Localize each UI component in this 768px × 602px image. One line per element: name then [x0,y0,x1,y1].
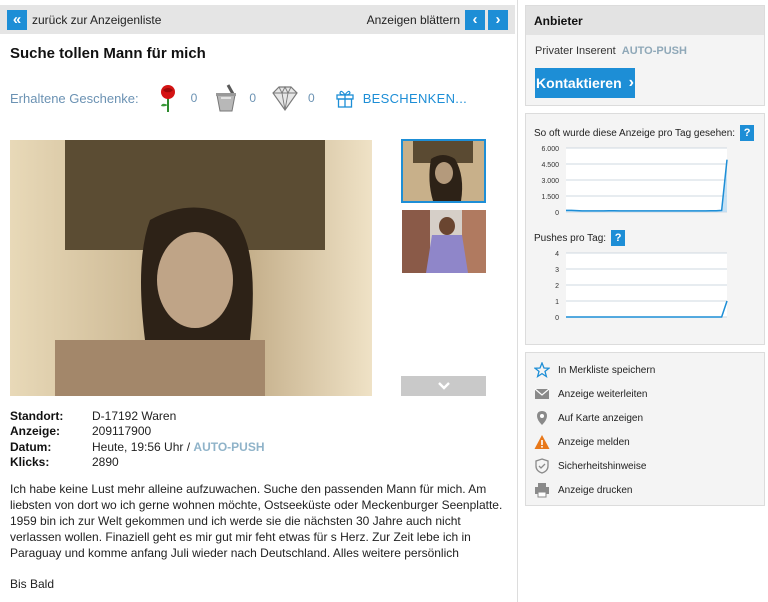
ad-title: Suche tollen Mann für mich [10,45,206,62]
stats-panel: So oft wurde diese Anzeige pro Tag geseh… [525,113,765,345]
detail-row-datum: Datum: Heute, 19:56 Uhr / AUTO-PUSH [10,440,265,455]
datum-text: Heute, 19:56 Uhr / [92,439,191,454]
thumbnail-1-image [403,141,484,201]
thumbnail-1[interactable] [401,139,486,203]
action-label: Anzeige weiterleiten [558,388,648,400]
views-chart-tick-label: 4.500 [541,162,559,169]
previous-ad-button[interactable]: ‹ [465,9,485,30]
send-gift-link[interactable]: BESCHENKEN... [335,88,467,108]
gift-rose-count: 0 [190,91,198,105]
browse-label: Anzeigen blättern [366,12,460,27]
map-pin-icon [537,411,547,425]
views-chart: 6.000 4.500 3.000 1.500 0 [541,146,728,217]
detail-value-anzeige: 209117900 [92,424,152,439]
next-ad-button[interactable]: › [488,9,508,30]
views-chart-tick-label: 6.000 [541,146,559,153]
action-label: In Merkliste speichern [558,364,656,376]
gift-box-icon [336,90,354,108]
provider-panel: Anbieter Privater Inserent AUTO-PUSH Kon… [525,5,765,106]
detail-row-anzeige: Anzeige: 209117900 [10,424,265,439]
contact-button[interactable]: Kontaktieren › [535,68,635,98]
gifts-row: Erhaltene Geschenke: 0 0 0 BESCHENKEN... [10,82,515,114]
pushes-help-button[interactable]: ? [611,230,626,246]
provider-type: Privater Inserent AUTO-PUSH [535,45,687,57]
action-label: Anzeige melden [558,436,630,448]
detail-label: Standort: [10,409,64,423]
gift-champagne-count: 0 [249,91,257,105]
send-gift-label: BESCHENKEN... [362,90,468,106]
action-safety-tips[interactable]: Sicherheitshinweise [534,458,646,474]
detail-value-datum: Heute, 19:56 Uhr / AUTO-PUSH [92,440,265,455]
provider-auto-push: AUTO-PUSH [621,45,687,57]
pushes-chart-tick-label: 3 [555,267,559,274]
views-help-button[interactable]: ? [740,125,755,141]
chevron-right-icon: › [628,74,634,91]
action-forward[interactable]: Anzeige weiterleiten [534,386,648,402]
views-chart-title: So oft wurde diese Anzeige pro Tag geseh… [534,125,755,141]
photo-image [10,140,372,396]
thumbnail-2-image [402,210,486,273]
main-photo[interactable] [10,140,372,396]
pushes-chart-title: Pushes pro Tag: ? [534,230,626,246]
ad-browse-controls: Anzeigen blättern ‹ › [366,9,508,30]
ad-signoff: Bis Bald [10,577,55,591]
envelope-icon [534,388,550,399]
detail-value-standort: D-17192 Waren [92,409,177,423]
provider-type-label: Privater Inserent [535,45,616,57]
diamond-icon [272,85,298,112]
pushes-chart-tick-label: 1 [555,299,559,306]
thumbnail-2[interactable] [402,210,486,273]
provider-header: Anbieter [526,6,764,35]
star-icon [534,362,550,378]
double-chevron-left-icon: « [7,9,27,30]
contact-button-label: Kontaktieren [536,75,622,91]
ad-detail-column: « zurück zur Anzeigenliste Anzeigen blät… [0,0,518,602]
action-show-map[interactable]: Auf Karte anzeigen [534,410,643,426]
rose-icon [160,85,175,112]
pushes-chart: 4 3 2 1 0 [555,251,728,322]
champagne-bucket-icon [216,84,237,112]
gifts-label: Erhaltene Geschenke: [10,90,139,106]
views-chart-tick-label: 3.000 [541,178,559,185]
views-chart-title-text: So oft wurde diese Anzeige pro Tag geseh… [534,127,736,139]
detail-row-standort: Standort: D-17192 Waren [10,409,265,424]
ad-details: Standort: D-17192 Waren Anzeige: 2091179… [10,409,265,470]
detail-value-klicks: 2890 [92,454,119,469]
back-to-list-label: zurück zur Anzeigenliste [32,12,162,27]
back-to-list-link[interactable]: « zurück zur Anzeigenliste [7,9,162,30]
pushes-chart-tick-label: 0 [555,315,559,322]
gift-champagne[interactable]: 0 [211,83,256,113]
shield-icon [535,458,549,474]
ad-description: Ich habe keine Lust mehr alleine aufzuwa… [10,482,503,560]
more-images-button[interactable] [401,376,486,396]
detail-label: Anzeige: [10,424,61,439]
detail-row-klicks: Klicks: 2890 [10,455,265,470]
gift-diamond[interactable]: 0 [270,83,315,113]
pushes-chart-tick-label: 2 [555,283,559,290]
gift-diamond-count: 0 [308,91,315,105]
warning-icon [534,435,550,449]
ad-nav-bar: « zurück zur Anzeigenliste Anzeigen blät… [0,5,515,34]
actions-panel: In Merkliste speichern Anzeige weiterlei… [525,352,765,506]
views-chart-tick-label: 1.500 [541,194,559,201]
action-label: Sicherheitshinweise [558,460,647,472]
detail-label: Datum: [10,439,52,454]
pushes-chart-title-text: Pushes pro Tag: [534,232,607,244]
action-label: Auf Karte anzeigen [558,412,644,424]
action-print[interactable]: Anzeige drucken [534,482,633,498]
detail-label: Klicks: [10,454,50,469]
auto-push-badge: AUTO-PUSH [193,439,265,454]
action-report[interactable]: Anzeige melden [534,434,630,450]
action-save-watchlist[interactable]: In Merkliste speichern [534,362,655,378]
pushes-chart-tick-label: 4 [555,251,559,258]
gift-rose[interactable]: 0 [153,83,198,113]
printer-icon [535,483,549,498]
chevron-down-icon [437,382,450,390]
action-label: Anzeige drucken [558,484,633,496]
views-chart-tick-label: 0 [555,210,559,217]
